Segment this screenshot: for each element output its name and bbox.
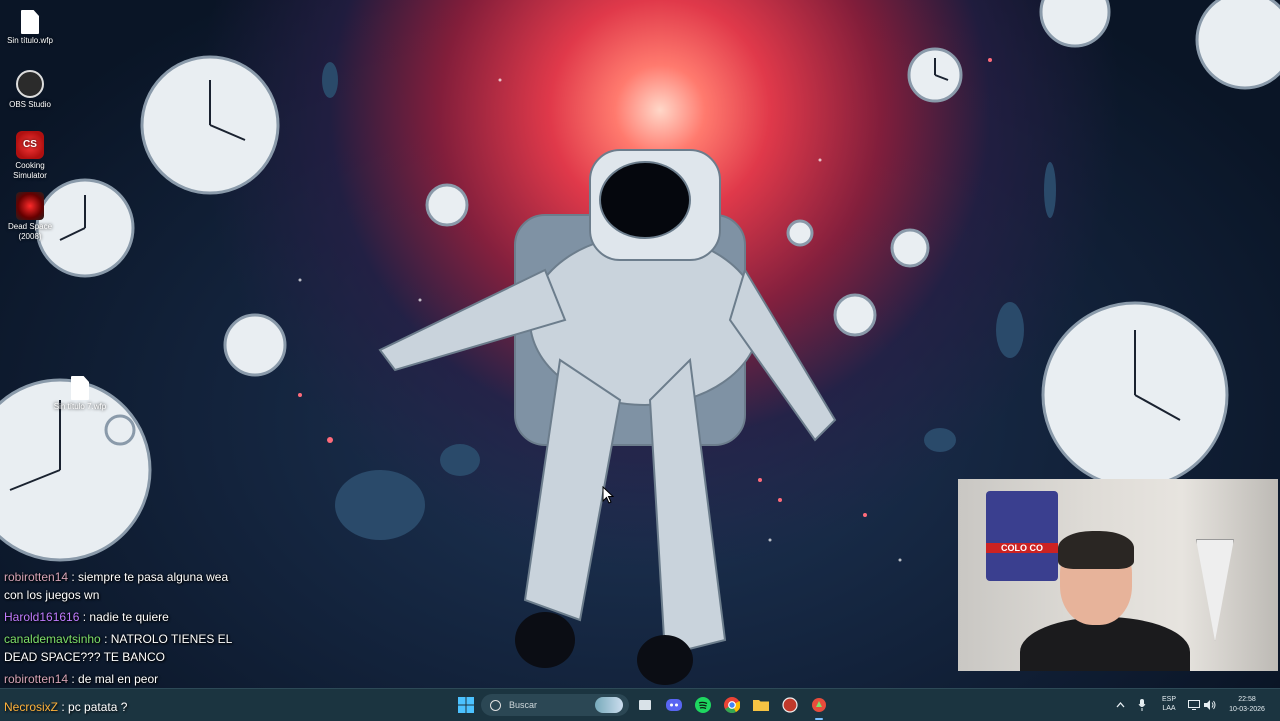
webcam-overlay: COLO CO xyxy=(958,479,1278,671)
microphone-button[interactable] xyxy=(1138,689,1146,721)
spotify-icon xyxy=(695,697,711,713)
desktop-icon-label: OBS Studio xyxy=(9,100,51,109)
volume-button[interactable] xyxy=(1204,689,1216,721)
desktop-icon-dead-space[interactable]: Dead Space (2008) xyxy=(0,192,60,242)
cooking-simulator-icon: CS xyxy=(16,131,44,159)
flag-text: COLO CO xyxy=(986,543,1058,553)
stream-chat-overlay: robirotten14 : siempre te pasa alguna we… xyxy=(4,568,244,692)
desktop-icon-sin-titulo[interactable]: Sin título.wfp xyxy=(0,10,60,46)
taskbar: Buscar ESP LAA 22:58 10-03-2026 xyxy=(0,688,1280,721)
file-explorer-button[interactable] xyxy=(749,693,773,717)
search-placeholder: Buscar xyxy=(509,700,538,710)
task-view-button[interactable] xyxy=(633,693,657,717)
chat-message: Harold161616 : nadie te quiere xyxy=(4,608,244,626)
spotify-button[interactable] xyxy=(691,693,715,717)
streamer-body xyxy=(1020,617,1190,671)
file-explorer-icon xyxy=(753,700,769,711)
desktop-icon-label: Sin título.wfp xyxy=(7,36,53,45)
start-button[interactable] xyxy=(454,693,478,717)
chrome-icon xyxy=(724,697,740,713)
dead-space-icon xyxy=(16,192,44,220)
microphone-icon xyxy=(1138,699,1146,711)
game-button[interactable] xyxy=(778,693,802,717)
desktop-icon-obs-studio[interactable]: OBS Studio xyxy=(0,70,60,110)
desktop-icon-cooking-simulator[interactable]: CS Cooking Simulator xyxy=(0,131,60,181)
network-icon xyxy=(1188,700,1200,710)
streamer-hair xyxy=(1058,531,1134,569)
obs-icon xyxy=(16,70,44,98)
chat-username: canaldemavtsinho xyxy=(4,632,101,646)
colo-colo-flag: COLO CO xyxy=(986,491,1058,581)
chat-message: NecrosixZ : pc patata ? xyxy=(4,700,127,714)
desktop-icon-sin-titulo-7[interactable]: Sin título 7.wfp xyxy=(50,376,110,412)
chat-text: : pc patata ? xyxy=(61,700,128,714)
document-icon xyxy=(71,376,89,400)
chat-text: : de mal en peor xyxy=(71,672,159,686)
clock-button[interactable]: 22:58 10-03-2026 xyxy=(1222,695,1272,715)
mouse-cursor-icon xyxy=(602,486,614,504)
game-icon xyxy=(782,697,798,713)
speaker-icon xyxy=(1204,700,1216,710)
chat-username: NecrosixZ xyxy=(4,700,59,714)
cooking-simulator-icon xyxy=(812,698,826,712)
chat-message: canaldemavtsinho : NATROLO TIENES EL DEA… xyxy=(4,630,244,666)
keyboard-layout: LAA xyxy=(1162,705,1176,712)
discord-icon xyxy=(666,699,682,711)
search-icon xyxy=(490,699,501,711)
input-language-indicator[interactable]: ESP LAA xyxy=(1158,695,1180,713)
chat-username: robirotten14 xyxy=(4,570,69,584)
chevron-up-icon xyxy=(1116,702,1125,708)
network-button[interactable] xyxy=(1188,689,1200,721)
language-code: ESP xyxy=(1161,696,1176,703)
document-icon xyxy=(21,10,39,34)
task-view-icon xyxy=(639,700,651,710)
pennant xyxy=(1196,539,1234,641)
chat-message: robirotten14 : de mal en peor xyxy=(4,670,244,688)
discord-button[interactable] xyxy=(662,693,686,717)
search-highlight-icon xyxy=(595,697,623,713)
chat-message: robirotten14 : siempre te pasa alguna we… xyxy=(4,568,244,604)
start-icon xyxy=(458,697,474,713)
search-input[interactable]: Buscar xyxy=(481,694,629,716)
desktop-icon-label: Cooking Simulator xyxy=(13,161,47,180)
desktop-icon-label: Sin título 7.wfp xyxy=(53,402,107,411)
chat-text: : nadie te quiere xyxy=(82,610,169,624)
chrome-button[interactable] xyxy=(720,693,744,717)
chat-username: Harold161616 xyxy=(4,610,80,624)
show-hidden-icons-button[interactable] xyxy=(1116,689,1125,721)
clock-date: 10-03-2026 xyxy=(1229,706,1265,713)
chat-username: robirotten14 xyxy=(4,672,69,686)
clock-time: 22:58 xyxy=(1238,696,1256,703)
cooking-simulator-taskbar-button[interactable] xyxy=(807,693,831,717)
desktop-icon-label: Dead Space (2008) xyxy=(7,222,53,241)
